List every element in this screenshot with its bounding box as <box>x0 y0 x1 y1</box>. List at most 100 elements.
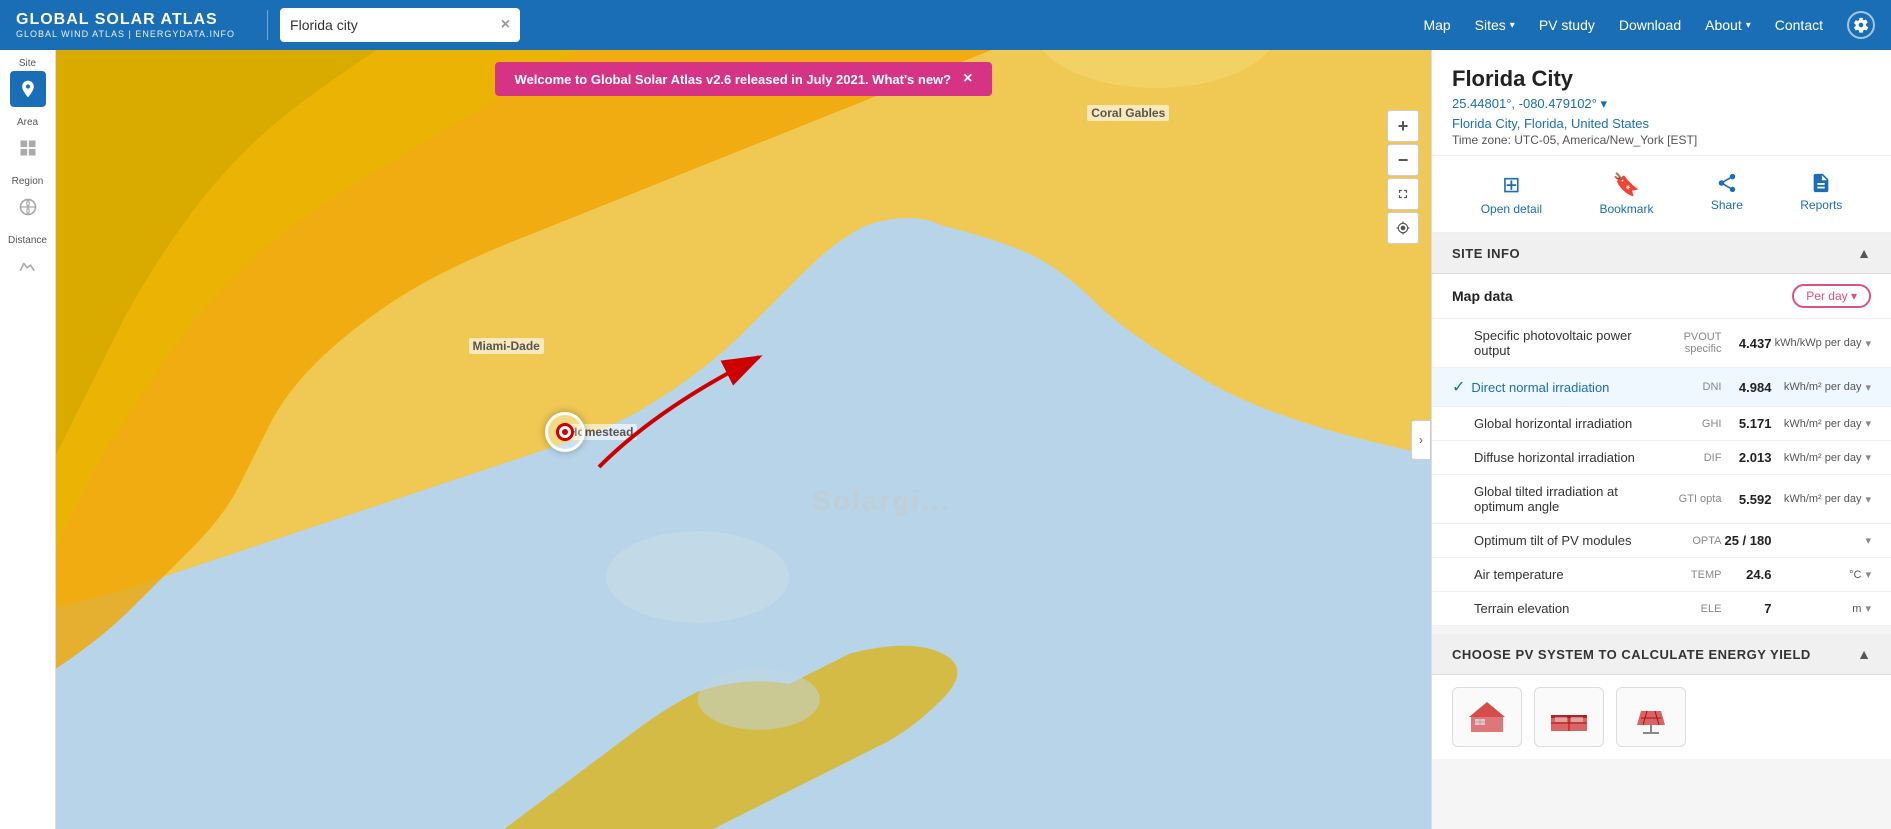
sidebar-btn-area[interactable] <box>10 130 46 166</box>
grid-icon: ⊞ <box>1502 172 1520 198</box>
row-name-dni[interactable]: Direct normal irradiation <box>1471 380 1661 395</box>
pv-system-type-2[interactable] <box>1534 687 1604 747</box>
reports-label: Reports <box>1800 198 1842 212</box>
location-address: Florida City, Florida, United States <box>1452 116 1871 131</box>
share-button[interactable]: Share <box>1695 168 1759 220</box>
table-row: Specific photovoltaic power output PVOUT… <box>1432 319 1891 368</box>
sidebar-label-area: Area <box>17 117 38 128</box>
sidebar-label-distance: Distance <box>8 235 47 246</box>
nav-contact[interactable]: Contact <box>1775 17 1823 33</box>
pv-system-type-3[interactable] <box>1616 687 1686 747</box>
map-background: Welcome to Global Solar Atlas v2.6 relea… <box>56 50 1431 829</box>
pin-outer <box>545 412 585 452</box>
table-row: Diffuse horizontal irradiation DIF 2.013… <box>1432 441 1891 475</box>
row-value-ele: 7 <box>1721 601 1771 616</box>
pv-roof-icon <box>1465 697 1509 737</box>
row-dropdown-opta[interactable]: ▾ <box>1865 534 1871 547</box>
location-title: Florida City <box>1452 66 1871 92</box>
row-dropdown-dif[interactable]: ▾ <box>1865 451 1871 464</box>
table-row: Air temperature TEMP 24.6 °C ▾ <box>1432 558 1891 592</box>
pv-system-type-1[interactable] <box>1452 687 1522 747</box>
close-icon[interactable]: × <box>501 16 510 34</box>
row-unit-dni: kWh/m² per day <box>1771 381 1861 393</box>
app-title: GLOBAL SOLAR ATLAS <box>16 11 235 29</box>
pv-section-title: CHOOSE PV SYSTEM TO CALCULATE ENERGY YIE… <box>1452 647 1811 662</box>
row-code-ghi: GHI <box>1661 418 1721 430</box>
sidebar-section-distance: Distance <box>0 235 55 290</box>
sidebar-label-region: Region <box>12 176 44 187</box>
table-row: Global tilted irradiation at optimum ang… <box>1432 475 1891 524</box>
nav-about[interactable]: About ▾ <box>1705 17 1751 33</box>
open-detail-label: Open detail <box>1481 202 1542 216</box>
site-info-title: SITE INFO <box>1452 246 1520 261</box>
sidebar-btn-site[interactable] <box>10 71 46 107</box>
row-code-ele: ELE <box>1661 603 1721 615</box>
pin-inner <box>556 423 574 441</box>
row-value-dif: 2.013 <box>1721 450 1771 465</box>
sidebar-btn-distance[interactable] <box>10 248 46 284</box>
nav-pvstudy[interactable]: PV study <box>1539 17 1595 33</box>
row-value-temp: 24.6 <box>1721 567 1771 582</box>
location-timezone: Time zone: UTC-05, America/New_York [EST… <box>1452 133 1871 147</box>
site-info-section: SITE INFO ▲ <box>1432 233 1891 274</box>
action-buttons: ⊞ Open detail 🔖 Bookmark Share Reports <box>1432 156 1891 233</box>
row-code-dif: DIF <box>1661 452 1721 464</box>
row-dropdown-ghi[interactable]: ▾ <box>1865 417 1871 430</box>
location-coords[interactable]: 25.44801°, -080.479102° ▾ <box>1452 96 1871 112</box>
panel-collapse-button[interactable]: › <box>1411 420 1431 460</box>
share-icon <box>1716 172 1738 194</box>
map-container[interactable]: Welcome to Global Solar Atlas v2.6 relea… <box>56 50 1431 829</box>
nav-sites[interactable]: Sites ▾ <box>1475 17 1515 33</box>
about-chevron: ▾ <box>1746 20 1751 31</box>
row-name-ghi: Global horizontal irradiation <box>1474 416 1661 431</box>
location-header: Florida City 25.44801°, -080.479102° ▾ F… <box>1432 50 1891 156</box>
reports-icon <box>1810 172 1832 194</box>
site-info-collapse[interactable]: ▲ <box>1857 245 1871 261</box>
row-value-opta: 25 / 180 <box>1721 533 1771 548</box>
nav-map[interactable]: Map <box>1423 17 1450 33</box>
nav-download[interactable]: Download <box>1619 17 1681 33</box>
row-dropdown-ele[interactable]: ▾ <box>1865 602 1871 615</box>
row-code-pvout: PVOUTspecific <box>1661 331 1721 355</box>
row-name-dif: Diffuse horizontal irradiation <box>1474 450 1661 465</box>
fullscreen-button[interactable] <box>1387 178 1419 210</box>
row-value-gti: 5.592 <box>1721 492 1771 507</box>
search-box[interactable]: × <box>280 8 520 42</box>
app-logo: GLOBAL SOLAR ATLAS GLOBAL WIND ATLAS | E… <box>16 11 235 39</box>
sidebar-btn-region[interactable] <box>10 189 46 225</box>
map-svg <box>56 50 1431 829</box>
sidebar-section-region: Region <box>0 176 55 231</box>
map-label-miami-dade: Miami-Dade <box>469 338 544 354</box>
sidebar-label-site: Site <box>19 58 36 69</box>
map-data-header: Map data Per day ▾ <box>1432 274 1891 319</box>
row-code-temp: TEMP <box>1661 569 1721 581</box>
main-content: Site Area Region Distance <box>0 50 1891 829</box>
right-panel: Florida City 25.44801°, -080.479102° ▾ F… <box>1431 50 1891 829</box>
row-dropdown-pvout[interactable]: ▾ <box>1865 337 1871 350</box>
row-dropdown-gti[interactable]: ▾ <box>1865 493 1871 506</box>
search-input[interactable] <box>290 17 501 33</box>
zoom-in-button[interactable]: + <box>1387 110 1419 142</box>
main-nav: Map Sites ▾ PV study Download About ▾ Co… <box>1423 11 1875 39</box>
notification-text: Welcome to Global Solar Atlas v2.6 relea… <box>515 72 952 87</box>
locate-button[interactable] <box>1387 212 1419 244</box>
notification-close[interactable]: × <box>963 70 972 88</box>
row-dropdown-dni[interactable]: ▾ <box>1865 381 1871 394</box>
app-subtitle: GLOBAL WIND ATLAS | ENERGYDATA.INFO <box>16 29 235 39</box>
row-dropdown-temp[interactable]: ▾ <box>1865 568 1871 581</box>
sidebar-section-site: Site <box>0 58 55 113</box>
open-detail-button[interactable]: ⊞ Open detail <box>1465 168 1558 220</box>
row-unit-gti: kWh/m² per day <box>1771 493 1861 505</box>
row-name-gti: Global tilted irradiation at optimum ang… <box>1474 484 1661 514</box>
map-label-coral-gables: Coral Gables <box>1087 105 1169 121</box>
row-unit-ghi: kWh/m² per day <box>1771 418 1861 430</box>
per-day-button[interactable]: Per day ▾ <box>1792 284 1871 308</box>
pv-section-collapse[interactable]: ▲ <box>1857 646 1871 662</box>
bookmark-button[interactable]: 🔖 Bookmark <box>1583 168 1669 220</box>
notification-banner: Welcome to Global Solar Atlas v2.6 relea… <box>495 62 993 96</box>
reports-button[interactable]: Reports <box>1784 168 1858 220</box>
settings-icon[interactable] <box>1847 11 1875 39</box>
location-pin[interactable] <box>545 412 585 452</box>
sites-chevron: ▾ <box>1510 20 1515 31</box>
zoom-out-button[interactable]: − <box>1387 144 1419 176</box>
